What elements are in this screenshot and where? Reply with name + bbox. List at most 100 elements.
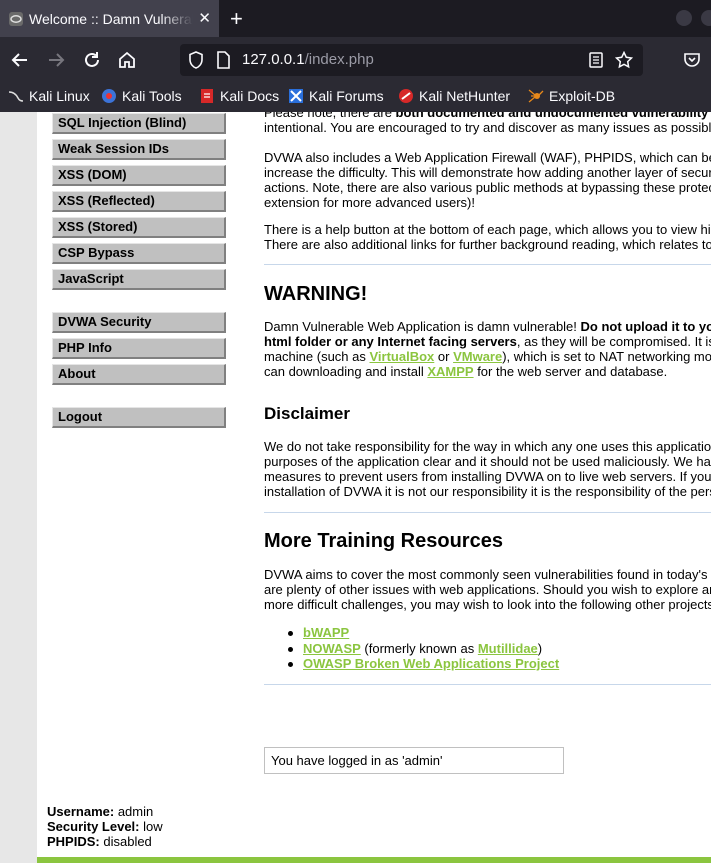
menu-dvwa-security[interactable]: DVWA Security	[52, 312, 226, 333]
url-path: /index.php	[304, 51, 374, 68]
forward-icon[interactable]	[45, 50, 67, 70]
reader-view-icon[interactable]	[588, 52, 604, 68]
back-icon[interactable]	[9, 50, 31, 70]
username-info: Username: admin	[47, 804, 153, 819]
menu-php-info[interactable]: PHP Info	[52, 338, 226, 359]
text: ), which is set to NAT networking mo	[502, 349, 711, 364]
bookmark-star-icon[interactable]	[615, 51, 633, 69]
bookmark-kali-linux[interactable]: Kali Linux	[8, 88, 90, 104]
web-page: SQL Injection (Blind) Weak Session IDs X…	[0, 112, 711, 863]
phpids-info: PHPIDS: disabled	[47, 834, 152, 849]
text: There is a help button at the bottom of …	[264, 222, 711, 237]
virtualbox-link[interactable]: VirtualBox	[370, 349, 435, 364]
menu-logout[interactable]: Logout	[52, 407, 226, 428]
text: installation of DVWA it is not our respo…	[264, 484, 711, 499]
kali-nethunter-icon	[399, 89, 413, 103]
bookmark-exploit-db[interactable]: Exploit-DB	[528, 88, 615, 104]
bookmark-kali-tools[interactable]: Kali Tools	[101, 88, 182, 104]
text: , as they will be compromised. It is	[516, 334, 711, 349]
owasp-bwa-link[interactable]: OWASP Broken Web Applications Project	[303, 656, 559, 671]
minimize-window-icon[interactable]	[676, 10, 692, 26]
tracking-shield-icon[interactable]	[188, 51, 204, 69]
training-paragraph: DVWA aims to cover the most commonly see…	[264, 567, 711, 612]
username-label: Username:	[47, 804, 115, 819]
security-level-value: low	[143, 819, 163, 834]
reload-icon[interactable]	[81, 50, 103, 70]
intro-paragraph: Please note, there are both documented a…	[264, 112, 711, 135]
text: intentional. You are encouraged to try a…	[264, 120, 711, 135]
text: DVWA aims to cover the most commonly see…	[264, 567, 708, 582]
menu-xss-dom[interactable]: XSS (DOM)	[52, 165, 226, 186]
text: or	[434, 349, 454, 364]
text: )	[537, 641, 543, 656]
divider	[264, 512, 711, 513]
menu-csp-bypass[interactable]: CSP Bypass	[52, 243, 226, 264]
bullet-icon	[288, 662, 293, 668]
bwapp-link[interactable]: bWAPP	[303, 625, 349, 640]
divider	[264, 264, 711, 265]
text: can downloading and install	[264, 364, 428, 379]
vmware-link[interactable]: VMware	[453, 349, 502, 364]
bookmark-label: Kali NetHunter	[419, 88, 511, 104]
close-tab-icon[interactable]: ✕	[198, 9, 211, 27]
xampp-link[interactable]: XAMPP	[427, 364, 473, 379]
list-item: bWAPP	[288, 625, 349, 640]
browser-tab[interactable]: Welcome :: Damn Vulnerable Web Applicati…	[0, 0, 219, 37]
bullet-icon	[288, 631, 293, 637]
pocket-icon[interactable]	[683, 51, 701, 69]
security-level-info: Security Level: low	[47, 819, 163, 834]
url-bar[interactable]: 127.0.0.1/index.php	[180, 44, 643, 76]
mutillidae-link[interactable]: Mutillidae	[478, 641, 538, 656]
text-bold: html folder or any Internet facing serve…	[264, 334, 517, 349]
phpids-value: disabled	[103, 834, 152, 849]
bookmark-kali-nethunter[interactable]: Kali NetHunter	[398, 88, 510, 104]
tab-bar: Welcome :: Damn Vulnerable Web Applicati…	[0, 0, 711, 37]
kali-forums-icon	[289, 89, 303, 103]
menu-sql-injection-blind[interactable]: SQL Injection (Blind)	[52, 113, 226, 134]
kali-docs-icon	[201, 89, 213, 103]
tab-title: Welcome :: Damn Vulnerable Web Applicati…	[29, 10, 193, 27]
menu-xss-stored[interactable]: XSS (Stored)	[52, 217, 226, 238]
bookmark-kali-forums[interactable]: Kali Forums	[288, 88, 384, 104]
training-heading: More Training Resources	[264, 530, 503, 552]
menu-about[interactable]: About	[52, 364, 226, 385]
text: DVWA also includes a Web Application Fir…	[264, 150, 711, 165]
text: purposes of the application clear and it…	[264, 454, 711, 469]
bookmark-label: Kali Forums	[309, 88, 384, 104]
page-info-icon[interactable]	[216, 51, 230, 69]
url-host: 127.0.0.1	[242, 51, 305, 68]
exploit-db-spider-icon	[528, 89, 544, 103]
list-item: OWASP Broken Web Applications Project	[288, 656, 559, 671]
text: extension for more advanced users)!	[264, 195, 475, 210]
menu-xss-reflected[interactable]: XSS (Reflected)	[52, 191, 226, 212]
divider	[264, 684, 711, 685]
menu-javascript[interactable]: JavaScript	[52, 269, 226, 290]
bookmark-label: Exploit-DB	[549, 88, 616, 104]
nowasp-link[interactable]: NOWASP	[303, 641, 361, 656]
bookmark-label: Kali Linux	[29, 88, 90, 104]
security-level-label: Security Level:	[47, 819, 140, 834]
bookmark-kali-docs[interactable]: Kali Docs	[199, 88, 279, 104]
disclaimer-heading: Disclaimer	[264, 404, 350, 423]
url-text[interactable]: 127.0.0.1/index.php	[242, 51, 374, 68]
navigation-toolbar: 127.0.0.1/index.php	[0, 37, 711, 83]
kali-tools-icon	[102, 89, 116, 103]
bookmark-label: Kali Docs	[220, 88, 280, 104]
text: measures to prevent users from installin…	[264, 469, 711, 484]
text: actions. Note, there are also various pu…	[264, 180, 711, 195]
dvwa-favicon-icon	[9, 11, 23, 26]
warning-paragraph: Damn Vulnerable Web Application is damn …	[264, 319, 711, 379]
footer-accent-bar	[37, 857, 711, 863]
home-icon[interactable]	[116, 50, 138, 70]
text-bold: both documented and undocumented vulnera…	[395, 112, 709, 120]
text: (formerly known as	[360, 641, 478, 656]
text: are plenty of other issues with web appl…	[264, 582, 711, 597]
warning-heading: WARNING!	[264, 283, 368, 305]
new-tab-icon[interactable]: +	[230, 6, 243, 32]
maximize-window-icon[interactable]	[701, 10, 711, 26]
text: We do not take responsibility for the wa…	[264, 439, 711, 454]
menu-weak-session-ids[interactable]: Weak Session IDs	[52, 139, 226, 160]
text: Damn Vulnerable Web Application is damn …	[264, 319, 581, 334]
bookmarks-toolbar: Kali Linux Kali Tools Kali Docs Kali For…	[0, 83, 711, 112]
bullet-icon	[288, 647, 293, 653]
